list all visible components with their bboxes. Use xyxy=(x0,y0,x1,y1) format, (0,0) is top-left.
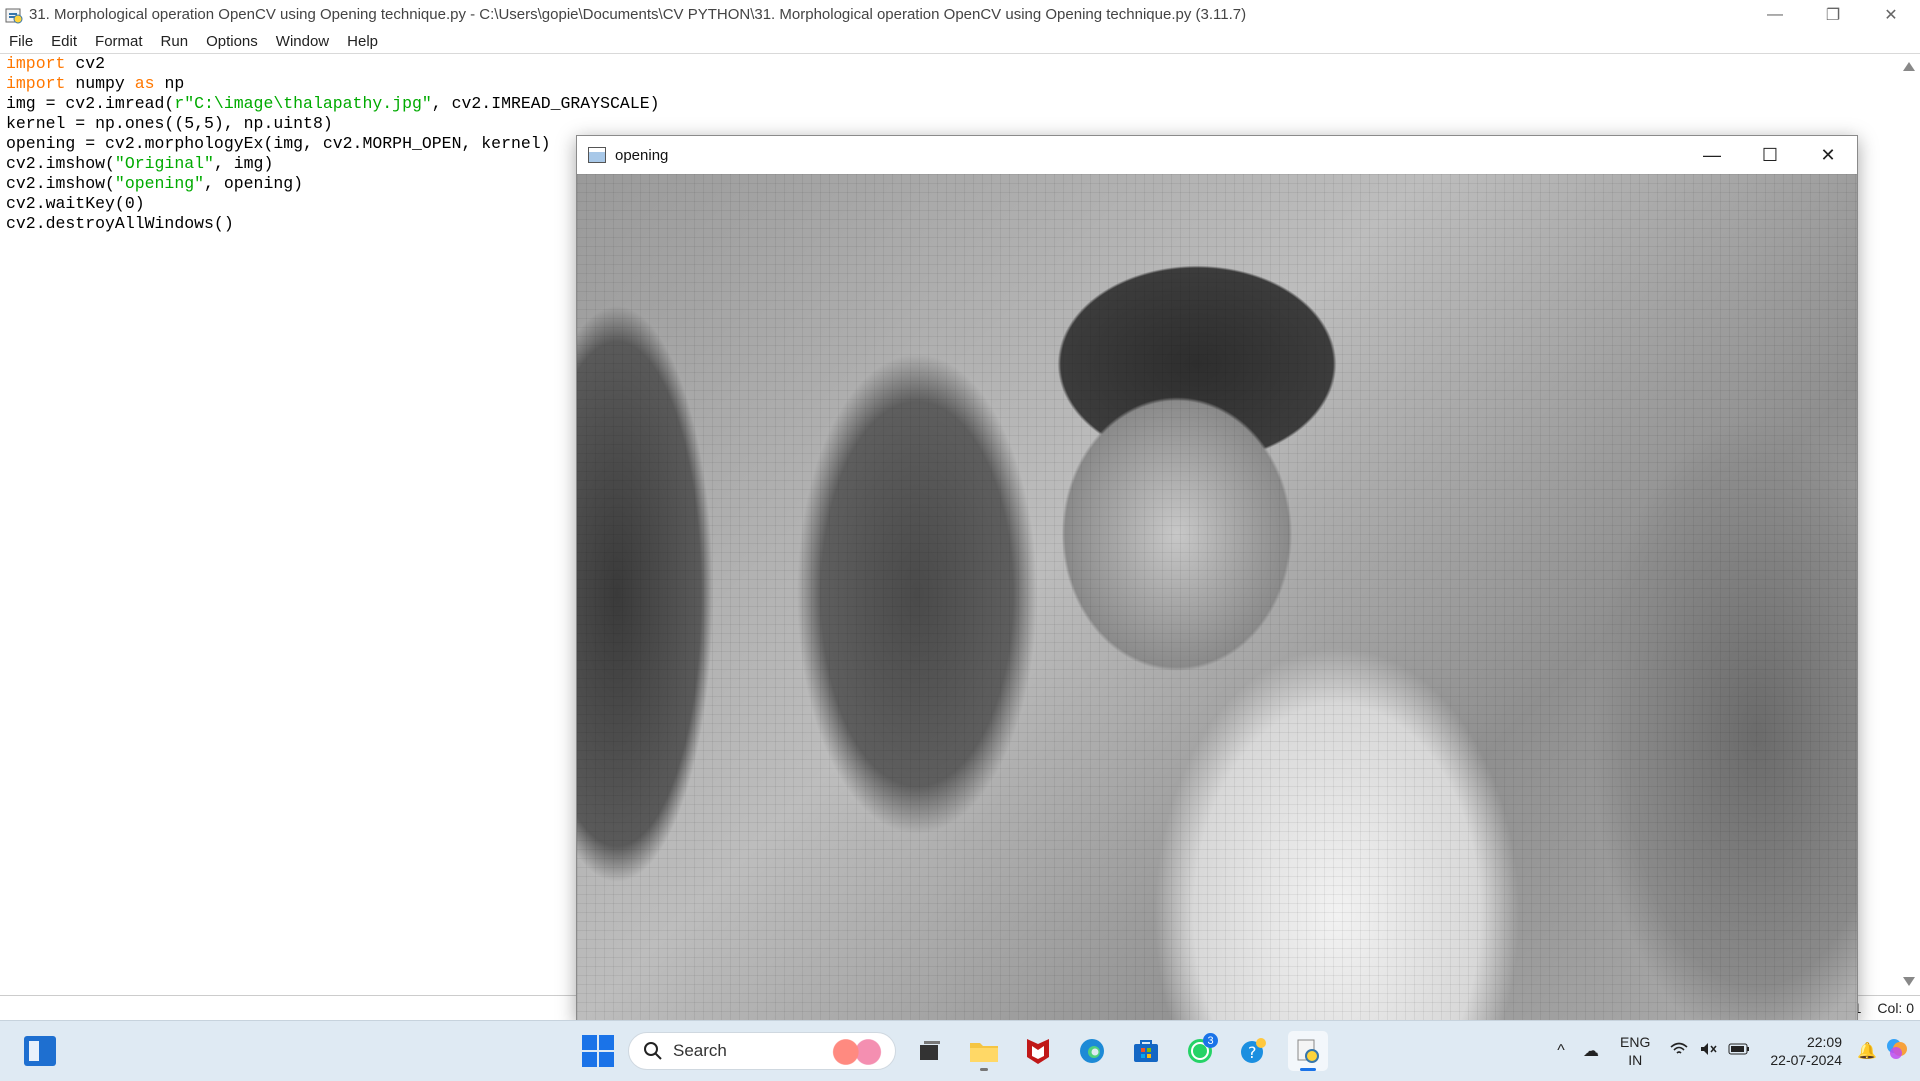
restore-button[interactable]: ❐ xyxy=(1804,0,1862,29)
editor-titlebar: 31. Morphological operation OpenCV using… xyxy=(0,0,1920,29)
vertical-scrollbar[interactable] xyxy=(1897,54,1920,994)
search-highlight-icon xyxy=(829,1039,885,1065)
code-line: import cv2 xyxy=(6,54,106,73)
python-idle-icon xyxy=(5,8,23,23)
opencv-window-title: opening xyxy=(615,146,669,164)
clock[interactable]: 22:09 22-07-2024 xyxy=(1770,1033,1842,1069)
cv-maximize-button[interactable]: ☐ xyxy=(1741,136,1799,174)
start-icon[interactable] xyxy=(582,1035,614,1067)
menu-edit[interactable]: Edit xyxy=(42,33,86,50)
widgets-icon[interactable] xyxy=(24,1036,56,1066)
language-indicator[interactable]: ENG IN xyxy=(1620,1033,1650,1069)
menu-window[interactable]: Window xyxy=(267,33,338,50)
whatsapp-icon[interactable]: 3 xyxy=(1180,1031,1220,1071)
python-idle-taskbar-icon[interactable] xyxy=(1288,1031,1328,1071)
menu-format[interactable]: Format xyxy=(86,33,152,50)
volume-muted-icon[interactable] xyxy=(1694,1042,1724,1061)
onedrive-icon[interactable]: ☁ xyxy=(1576,1041,1606,1061)
search-icon xyxy=(644,1042,662,1060)
minimize-button[interactable]: — xyxy=(1746,0,1804,29)
help-icon[interactable]: ? xyxy=(1234,1031,1274,1071)
edge-icon[interactable] xyxy=(1072,1031,1112,1071)
store-icon[interactable] xyxy=(1126,1031,1166,1071)
cv-minimize-button[interactable]: — xyxy=(1683,136,1741,174)
window-app-icon xyxy=(588,147,606,163)
search-label: Search xyxy=(673,1041,727,1060)
cv-close-button[interactable]: ✕ xyxy=(1799,136,1857,174)
search-box[interactable]: Search xyxy=(628,1032,896,1070)
menu-run[interactable]: Run xyxy=(152,33,198,50)
status-col: Col: 0 xyxy=(1877,1000,1914,1016)
opencv-window[interactable]: opening — ☐ ✕ xyxy=(576,135,1858,1022)
opened-grayscale-image xyxy=(577,174,1857,1021)
window-title: 31. Morphological operation OpenCV using… xyxy=(29,6,1247,23)
scroll-up-arrow-icon[interactable] xyxy=(1903,62,1915,71)
taskbar: Search 3 ? ^ ☁ ENG IN 22:09 22-07-2024 🔔 xyxy=(0,1020,1920,1081)
notification-badge: 3 xyxy=(1203,1033,1218,1048)
menu-bar: File Edit Format Run Options Window Help xyxy=(0,29,1920,54)
copilot-icon[interactable] xyxy=(1882,1037,1912,1066)
task-view-icon[interactable] xyxy=(910,1031,950,1071)
code-line: import numpy as np xyxy=(6,74,185,93)
close-button[interactable]: ✕ xyxy=(1862,0,1920,29)
wifi-icon[interactable] xyxy=(1664,1042,1694,1061)
menu-options[interactable]: Options xyxy=(197,33,267,50)
scroll-down-arrow-icon[interactable] xyxy=(1903,977,1915,986)
svg-text:?: ? xyxy=(1248,1043,1257,1062)
menu-file[interactable]: File xyxy=(0,33,42,50)
opencv-titlebar[interactable]: opening — ☐ ✕ xyxy=(577,136,1857,174)
file-explorer-icon[interactable] xyxy=(964,1031,1004,1071)
code-line: img = cv2.imread(r"C:\image\thalapathy.j… xyxy=(6,94,660,113)
chevron-up-icon[interactable]: ^ xyxy=(1546,1042,1576,1060)
notification-bell-icon[interactable]: 🔔 xyxy=(1852,1041,1882,1061)
system-tray: ^ ☁ ENG IN 22:09 22-07-2024 🔔 xyxy=(1546,1021,1920,1081)
menu-help[interactable]: Help xyxy=(338,33,387,50)
code-line: kernel = np.ones((5,5), np.uint8) xyxy=(6,114,333,133)
mcafee-icon[interactable] xyxy=(1018,1031,1058,1071)
battery-icon[interactable] xyxy=(1724,1042,1754,1060)
